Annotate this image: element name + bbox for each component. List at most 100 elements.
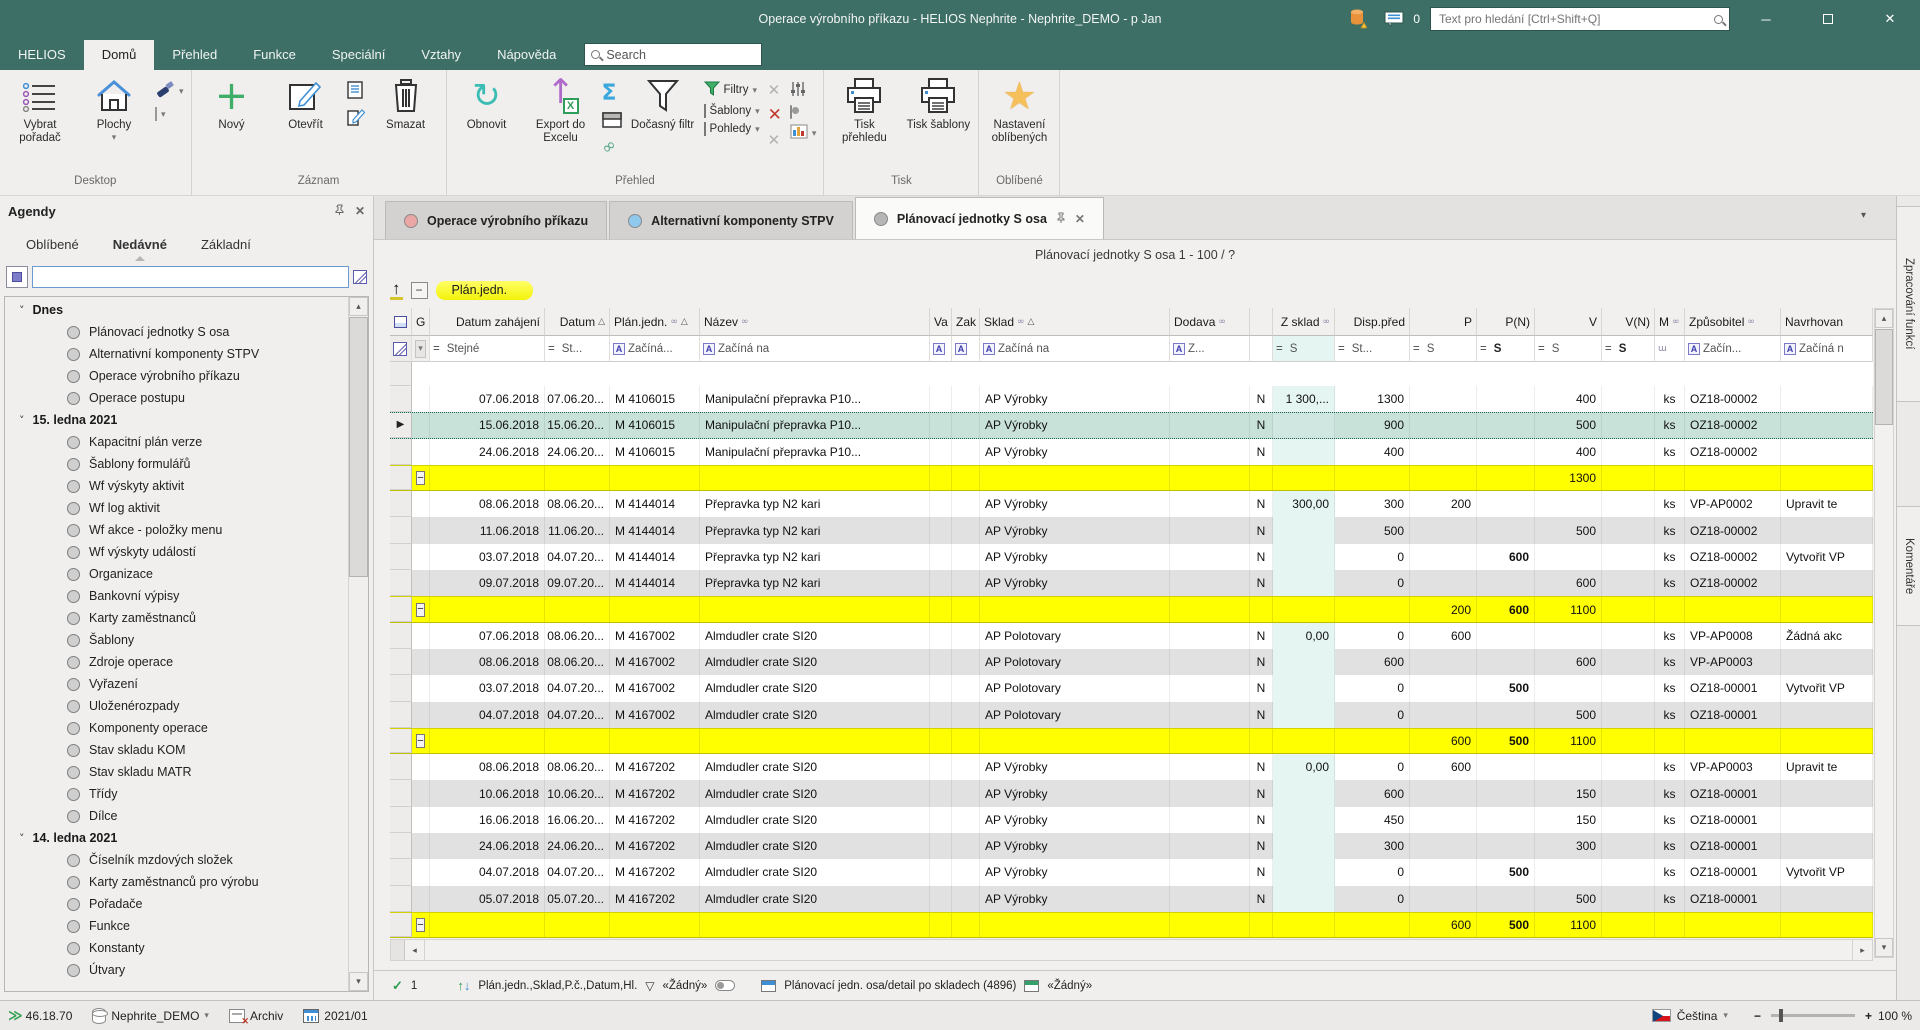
collapse-group-icon[interactable]: − bbox=[416, 471, 424, 485]
tree-item-wf-log-aktivit[interactable]: Wf log aktivit bbox=[5, 497, 346, 519]
nastaven-obl-ben-ch-button[interactable]: ★Nastavení oblíbených bbox=[983, 72, 1055, 147]
sidebar-tab-ned-vn[interactable]: Nedávné bbox=[113, 237, 167, 252]
table-row[interactable]: 04.07.201804.07.20...M 4167202Almdudler … bbox=[390, 859, 1873, 885]
x-gray-button[interactable]: ✕ bbox=[765, 80, 785, 100]
zoom-in-button[interactable]: + bbox=[1865, 1009, 1872, 1023]
export-do-excelu-button[interactable]: ↑XExport do Excelu bbox=[525, 72, 597, 147]
tree-item-d-lce[interactable]: Dílce bbox=[5, 805, 346, 827]
row-selector-cell[interactable] bbox=[390, 597, 412, 621]
group-total-row[interactable]: −6005001100 bbox=[390, 912, 1873, 938]
tree-item-zdroje-operace[interactable]: Zdroje operace bbox=[5, 651, 346, 673]
table-row[interactable]: 10.06.201810.06.20...M 4167202Almdudler … bbox=[390, 780, 1873, 806]
tree-item-ulo-en-rozpady[interactable]: Uloženérozpady bbox=[5, 695, 346, 717]
collapse-all-button[interactable]: ↑ bbox=[390, 280, 403, 300]
menu-tab-n-pov-da[interactable]: Nápověda bbox=[479, 40, 574, 70]
smazat-button[interactable]: Smazat bbox=[370, 72, 442, 134]
filter-cell-disp-p-ed[interactable]: =St... bbox=[1335, 336, 1410, 362]
filter-value[interactable]: «Žádný» bbox=[663, 980, 708, 992]
scroll-down-icon[interactable]: ▾ bbox=[1875, 938, 1893, 957]
tree-item-seln-k-mzdov-ch-slo-ek[interactable]: Číselník mzdových složek bbox=[5, 849, 346, 871]
row-selector-cell[interactable] bbox=[390, 833, 412, 859]
tree-group-15-ledna-2021[interactable]: ˅15. ledna 2021 bbox=[5, 409, 346, 431]
row-selector-cell[interactable] bbox=[390, 675, 412, 701]
tree-item-tvary[interactable]: Útvary bbox=[5, 959, 346, 981]
filter-cell-dodava[interactable]: AZ... bbox=[1170, 336, 1250, 362]
scroll-up-icon[interactable]: ▴ bbox=[1875, 309, 1893, 328]
collapse-group-button[interactable]: − bbox=[411, 282, 428, 299]
tree-item-wf-v-skyty-ud-lost[interactable]: Wf výskyty událostí bbox=[5, 541, 346, 563]
plochy-button[interactable]: Plochy▾ bbox=[78, 72, 150, 145]
row-selector-cell[interactable] bbox=[390, 913, 412, 937]
splitter-handle[interactable] bbox=[391, 940, 405, 960]
pin-icon[interactable] bbox=[334, 204, 345, 218]
table-row[interactable]: 07.06.201808.06.20...M 4167002Almdudler … bbox=[390, 623, 1873, 649]
minimize-button[interactable]: ─ bbox=[1740, 2, 1792, 36]
tree-item-bankovn-v-pisy[interactable]: Bankovní výpisy bbox=[5, 585, 346, 607]
row-selector-cell[interactable] bbox=[390, 780, 412, 806]
color-swatch-button[interactable]: ▾ bbox=[152, 107, 187, 121]
table-row[interactable]: 08.06.201808.06.20...M 4167202Almdudler … bbox=[390, 754, 1873, 780]
row-selector-cell[interactable] bbox=[390, 807, 412, 833]
menu-tab-helios[interactable]: HELIOS bbox=[0, 40, 84, 70]
filter-cell-col0[interactable] bbox=[390, 336, 412, 362]
grid-horizontal-scrollbar[interactable]: ◂ ▸ bbox=[390, 939, 1873, 961]
global-search-input[interactable] bbox=[1437, 11, 1708, 27]
tisk-p-ehledu-button[interactable]: Tisk přehledu bbox=[828, 72, 900, 147]
tree-item-operace-v-robn-ho-p-kazu[interactable]: Operace výrobního příkazu bbox=[5, 365, 346, 387]
menu-tab-p-ehled[interactable]: Přehled bbox=[154, 40, 235, 70]
template-value[interactable]: «Žádný» bbox=[1047, 980, 1092, 992]
close-panel-icon[interactable]: ✕ bbox=[355, 204, 365, 218]
column-header-g[interactable]: G bbox=[412, 308, 430, 336]
row-selector-cell[interactable] bbox=[390, 623, 412, 649]
tree-item-funkce[interactable]: Funkce bbox=[5, 915, 346, 937]
table-row[interactable]: ▶15.06.201815.06.20...M 4106015Manipulač… bbox=[390, 412, 1873, 438]
group-total-row[interactable]: −2006001100 bbox=[390, 596, 1873, 622]
column-header-navrhovan[interactable]: Navrhovan bbox=[1781, 308, 1873, 336]
filter-cell-datum-zah-jen[interactable]: =Stejné bbox=[430, 336, 545, 362]
column-header-n-zev[interactable]: Název∞ bbox=[700, 308, 930, 336]
vybrat-po-ada-button[interactable]: Vybrat pořadač bbox=[4, 72, 76, 147]
ribbon-search-box[interactable]: Search bbox=[584, 43, 762, 66]
x-red-button[interactable]: ✕ bbox=[765, 104, 785, 126]
tree-item-stav-skladu-matr[interactable]: Stav skladu MATR bbox=[5, 761, 346, 783]
do-asn-filtr-button[interactable]: Dočasný filtr bbox=[627, 72, 699, 134]
database-warning-icon[interactable] bbox=[1345, 7, 1371, 31]
sort-fields[interactable]: Plán.jedn.,Sklad,P.č.,Datum,Hl. bbox=[478, 980, 637, 992]
table-row[interactable]: 08.06.201808.06.20...M 4167002Almdudler … bbox=[390, 649, 1873, 675]
row-selector-cell[interactable] bbox=[390, 517, 412, 543]
collapse-group-icon[interactable]: − bbox=[416, 918, 424, 932]
group-total-row[interactable]: −6005001100 bbox=[390, 728, 1873, 754]
filter-cell-va[interactable]: A bbox=[930, 336, 952, 362]
zoom-slider[interactable] bbox=[1771, 1014, 1855, 1017]
doc-button[interactable] bbox=[344, 80, 368, 103]
tree-item-karty-zam-stnanc-pro-v-robu[interactable]: Karty zaměstnanců pro výrobu bbox=[5, 871, 346, 893]
obnovit-button[interactable]: ↻Obnovit bbox=[451, 72, 523, 134]
filter-icon[interactable]: ▽ bbox=[645, 979, 654, 993]
toggle-button[interactable] bbox=[787, 105, 820, 119]
column-header-col0[interactable] bbox=[390, 308, 412, 336]
tree-item-ablony-formul[interactable]: Šablony formulářů bbox=[5, 453, 346, 475]
close-tab-icon[interactable]: ✕ bbox=[1075, 212, 1085, 226]
document-tab-alternativn-komponenty-stpv[interactable]: Alternativní komponenty STPV bbox=[609, 201, 853, 239]
messages-icon[interactable] bbox=[1381, 7, 1407, 31]
filter-selector-icon[interactable] bbox=[393, 342, 407, 356]
brush-button[interactable]: ▾ bbox=[152, 80, 187, 103]
column-header-v-n[interactable]: V(N) bbox=[1602, 308, 1655, 336]
row-selector-cell[interactable] bbox=[390, 754, 412, 780]
filter-cell-p-n[interactable]: =S bbox=[1477, 336, 1535, 362]
row-selector-cell[interactable] bbox=[390, 649, 412, 675]
column-header-va[interactable]: Va∞ bbox=[930, 308, 952, 336]
table-row[interactable]: 24.06.201824.06.20...M 4106015Manipulačn… bbox=[390, 439, 1873, 465]
filter-cell-zp-sobitel[interactable]: AZačín... bbox=[1685, 336, 1781, 362]
filter-cell-n-zev[interactable]: AZačíná na bbox=[700, 336, 930, 362]
sidebar-tab-obl-ben[interactable]: Oblíbené bbox=[26, 237, 79, 252]
column-header-zak[interactable]: Zak∞ bbox=[952, 308, 980, 336]
tree-item-kapacitn-pl-n-verze[interactable]: Kapacitní plán verze bbox=[5, 431, 346, 453]
maximize-button[interactable] bbox=[1802, 2, 1854, 36]
agenda-layout-icon[interactable] bbox=[353, 270, 367, 284]
filter-cell-col10[interactable] bbox=[1250, 336, 1273, 362]
tree-item-wf-akce-polo-ky-menu[interactable]: Wf akce - položky menu bbox=[5, 519, 346, 541]
sigma-button[interactable]: Σ bbox=[599, 80, 625, 107]
filter-cell-zak[interactable]: A bbox=[952, 336, 980, 362]
menu-tab-speci-ln[interactable]: Speciální bbox=[314, 40, 403, 70]
